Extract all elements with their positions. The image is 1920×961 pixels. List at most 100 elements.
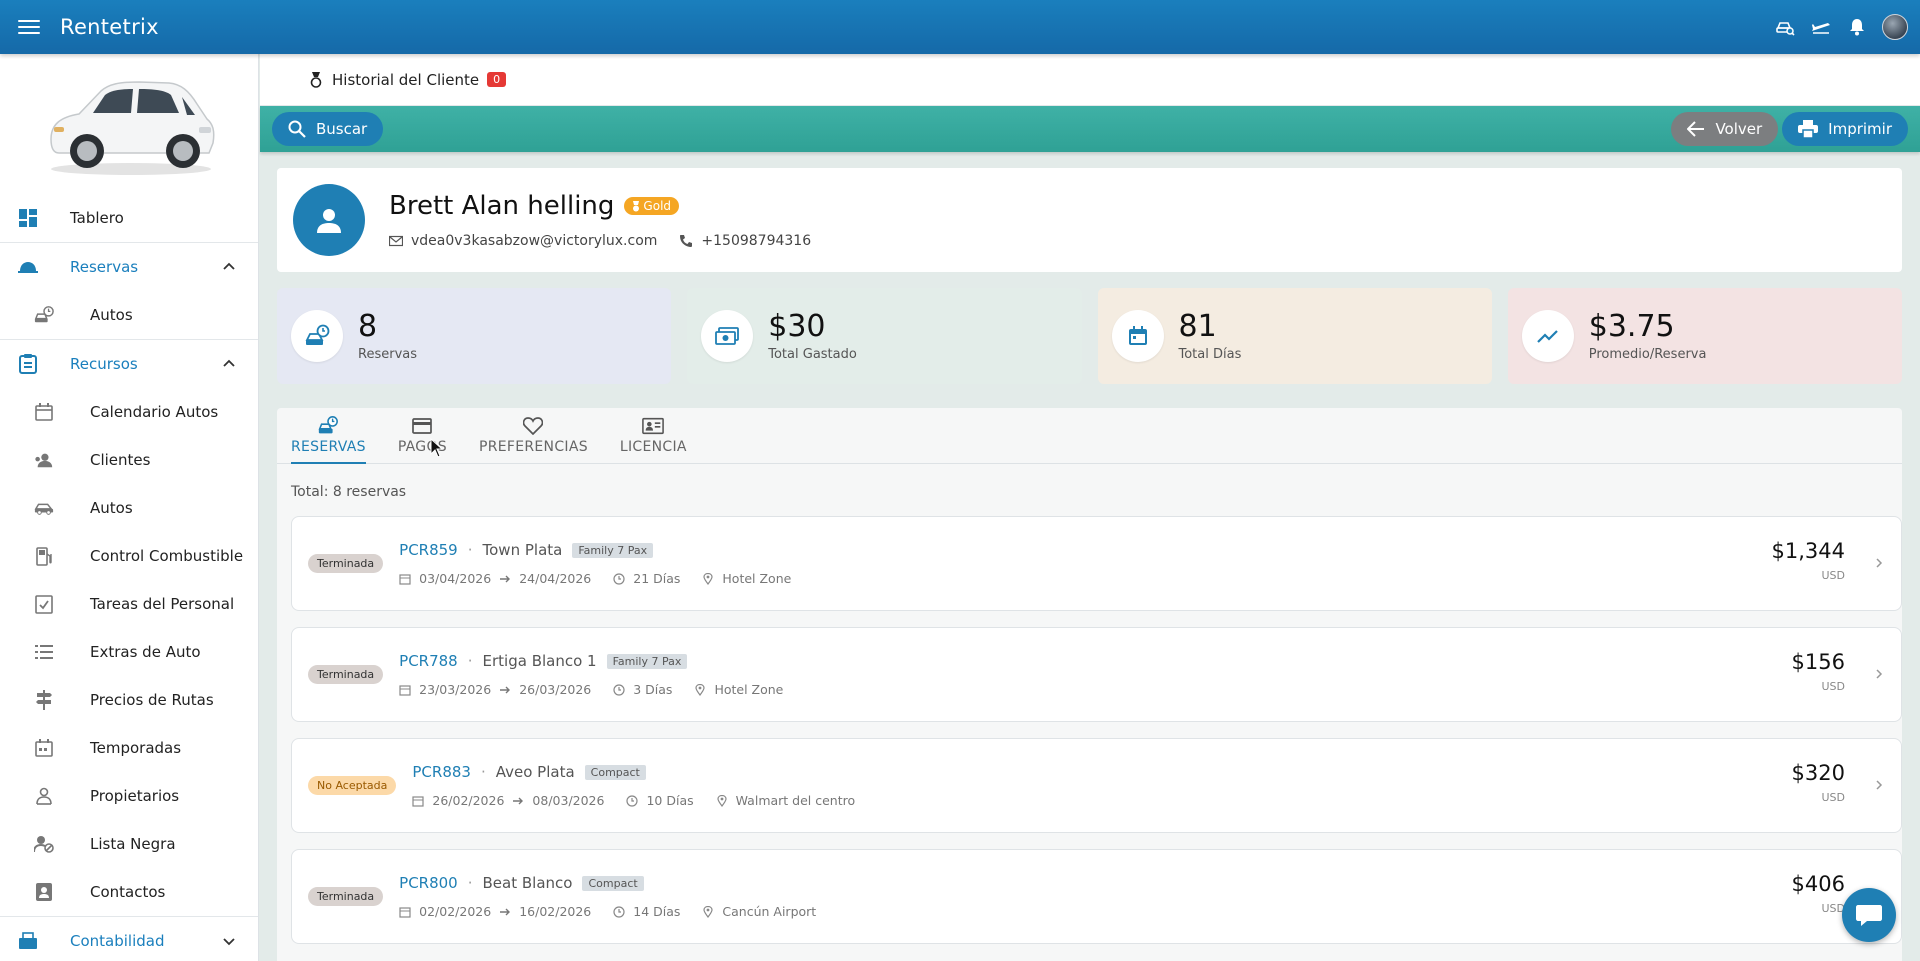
rental-days: 21 Días	[633, 571, 681, 586]
clock-icon	[613, 683, 625, 696]
calendar-icon	[412, 795, 424, 807]
amount: $406	[1791, 872, 1845, 896]
sidebar-item-label: Autos	[90, 499, 133, 517]
print-button[interactable]: Imprimir	[1782, 112, 1908, 146]
calendar-icon	[399, 906, 411, 918]
stat-label: Reservas	[358, 347, 417, 362]
clock-icon	[613, 572, 625, 585]
app-bar: Rentetrix	[0, 0, 1920, 54]
fuel-icon	[34, 546, 54, 566]
owners-icon	[34, 786, 54, 806]
reservation-row[interactable]: Terminada PCR800 · Beat Blanco Compact 0…	[291, 849, 1902, 944]
history-panel: RESERVAS PAGOS PREFERENCIAS LICENCIA Tot…	[277, 408, 1902, 961]
sidebar-group-label: Contabilidad	[70, 932, 165, 950]
clock-icon	[626, 794, 639, 807]
sidebar-item-calendario-autos[interactable]: Calendario Autos	[0, 388, 258, 436]
credit-card-icon	[411, 415, 433, 437]
amount: $320	[1791, 761, 1845, 785]
reservation-code[interactable]: PCR859	[399, 541, 458, 559]
sidebar-item-propietarios[interactable]: Propietarios	[0, 772, 258, 820]
reservation-code[interactable]: PCR883	[412, 763, 471, 781]
location-pin-icon	[702, 572, 714, 585]
sidebar-group-contabilidad[interactable]: Contabilidad	[0, 917, 258, 961]
menu-icon[interactable]	[18, 20, 40, 34]
stat-label: Total Días	[1178, 347, 1242, 362]
arrow-right-icon	[512, 795, 524, 807]
reservation-code[interactable]: PCR800	[399, 874, 458, 892]
start-date: 26/02/2026	[432, 793, 505, 808]
arrow-right-icon	[499, 573, 511, 585]
location-pin-icon	[702, 905, 714, 918]
sidebar-item-temporadas[interactable]: Temporadas	[0, 724, 258, 772]
total-reservations: Total: 8 reservas	[291, 484, 407, 500]
bell-icon[interactable]	[1846, 16, 1868, 38]
car-name: Town Plata	[482, 541, 563, 559]
breadcrumb: Historial del Cliente 0	[260, 54, 1920, 106]
customer-phone[interactable]: +15098794316	[701, 233, 811, 249]
reservation-row[interactable]: Terminada PCR859 · Town Plata Family 7 P…	[291, 516, 1902, 611]
sidebar-item-tareas-del-personal[interactable]: Tareas del Personal	[0, 580, 258, 628]
car-name: Aveo Plata	[495, 763, 575, 781]
sidebar-group-recursos[interactable]: Recursos	[0, 340, 258, 388]
car-clock-icon	[317, 415, 339, 437]
sidebar-item-tablero[interactable]: Tablero	[0, 194, 258, 242]
search-button[interactable]: Buscar	[272, 112, 384, 146]
sidebar-item-lista-negra[interactable]: Lista Negra	[0, 820, 258, 868]
sidebar-item-label: Precios de Rutas	[90, 691, 214, 709]
app-title: Rentetrix	[60, 15, 159, 39]
sidebar-item-label: Tablero	[70, 209, 124, 227]
sidebar-item-label: Autos	[90, 306, 133, 324]
category-badge: Family 7 Pax	[572, 542, 654, 558]
back-button[interactable]: Volver	[1671, 112, 1779, 146]
status-badge: Terminada	[308, 665, 384, 684]
sidebar-item-extras-de-auto[interactable]: Extras de Auto	[0, 628, 258, 676]
plane-icon[interactable]	[1810, 16, 1832, 38]
mouse-cursor	[430, 437, 444, 462]
customer-email[interactable]: vdea0v3kasabzow@victorylux.com	[411, 233, 657, 249]
stat-reservas: 8 Reservas	[277, 288, 672, 384]
currency: USD	[1821, 569, 1845, 582]
car-name: Beat Blanco	[482, 874, 573, 892]
tab-licencia[interactable]: LICENCIA	[620, 408, 687, 463]
car-clock-icon	[34, 305, 54, 325]
chat-button[interactable]	[1842, 888, 1896, 942]
reservation-code[interactable]: PCR788	[399, 652, 458, 670]
car-name: Ertiga Blanco 1	[482, 652, 597, 670]
start-date: 23/03/2026	[419, 682, 492, 697]
calendar-icon	[1111, 310, 1164, 362]
rental-days: 10 Días	[646, 793, 694, 808]
sidebar-item-contactos[interactable]: Contactos	[0, 868, 258, 916]
arrow-left-icon	[1687, 121, 1705, 137]
stat-total-gastado: $30 Total Gastado	[687, 288, 1082, 384]
reservation-row[interactable]: Terminada PCR788 · Ertiga Blanco 1 Famil…	[291, 627, 1902, 722]
reservation-row[interactable]: No Aceptada PCR883 · Aveo Plata Compact …	[291, 738, 1902, 833]
list-icon	[34, 642, 54, 662]
user-avatar[interactable]	[1882, 14, 1908, 40]
printer-icon	[1798, 120, 1819, 138]
sidebar-item-control-combustible[interactable]: Control Combustible	[0, 532, 258, 580]
sidebar-item-autos-reservas[interactable]: Autos	[0, 291, 258, 339]
end-date: 08/03/2026	[532, 793, 605, 808]
separator-dot: ·	[467, 652, 473, 670]
trending-up-icon	[1521, 310, 1574, 362]
dashboard-icon	[18, 208, 38, 228]
sidebar-item-autos[interactable]: Autos	[0, 484, 258, 532]
car-search-icon[interactable]	[1774, 16, 1796, 38]
sidebar-item-label: Lista Negra	[90, 835, 176, 853]
sidebar-item-precios-de-rutas[interactable]: Precios de Rutas	[0, 676, 258, 724]
reservation-list: Terminada PCR859 · Town Plata Family 7 P…	[277, 500, 1902, 944]
status-badge: Terminada	[308, 887, 384, 906]
separator-dot: ·	[480, 763, 486, 781]
main-area: Historial del Cliente 0 Buscar Volver Im…	[260, 54, 1920, 961]
tab-reservas[interactable]: RESERVAS	[291, 408, 366, 464]
separator-dot: ·	[467, 874, 473, 892]
chat-icon	[1855, 903, 1883, 927]
customer-profile-card: Brett Alan helling Gold vdea0v3kasabzow@…	[277, 168, 1902, 272]
chevron-up-icon	[223, 262, 235, 270]
sidebar-item-clientes[interactable]: Clientes	[0, 436, 258, 484]
tab-preferencias[interactable]: PREFERENCIAS	[479, 408, 588, 463]
sidebar-group-reservas[interactable]: Reservas	[0, 243, 258, 291]
sidebar-item-label: Contactos	[90, 883, 166, 901]
id-card-icon	[642, 415, 665, 437]
sidebar-group-label: Reservas	[70, 258, 139, 276]
